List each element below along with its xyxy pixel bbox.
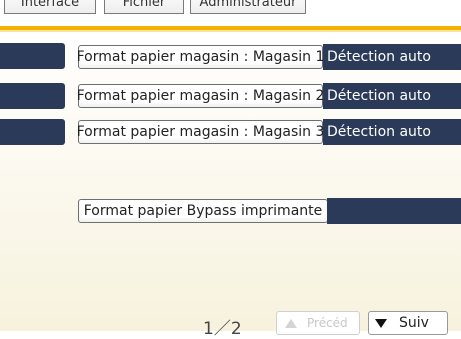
page-indicator: 1／2	[203, 319, 242, 339]
arrow-up-icon	[285, 318, 297, 328]
tab-fichier[interactable]: Fichier	[104, 0, 184, 14]
arrow-down-icon	[375, 318, 387, 328]
tray3-paper-size-value: Détection auto	[323, 119, 461, 145]
previous-page-label: Précéd	[307, 316, 348, 330]
row-left-marker-1	[0, 43, 65, 69]
tab-administrateur[interactable]: Administrateur	[190, 0, 306, 14]
tray1-paper-size-value: Détection auto	[323, 44, 461, 70]
tray2-paper-size-button[interactable]: Format papier magasin : Magasin 2	[77, 84, 324, 108]
accent-divider-light	[0, 30, 461, 32]
next-page-button[interactable]: Suiv	[368, 311, 448, 335]
row-left-marker-3	[0, 119, 65, 145]
tray3-paper-size-button[interactable]: Format papier magasin : Magasin 3	[77, 120, 324, 144]
row-left-marker-2	[0, 83, 65, 109]
tab-bar: Interface Fichier Administrateur	[0, 0, 461, 26]
bypass-paper-size-button[interactable]: Format papier Bypass imprimante	[78, 199, 328, 223]
tray2-paper-size-value: Détection auto	[323, 83, 461, 109]
tray1-paper-size-button[interactable]: Format papier magasin : Magasin 1	[77, 45, 324, 69]
previous-page-button[interactable]: Précéd	[276, 311, 360, 335]
settings-panel	[0, 33, 461, 331]
next-page-label: Suiv	[399, 315, 429, 331]
bypass-paper-size-value	[327, 198, 461, 224]
tab-interface[interactable]: Interface	[4, 0, 96, 14]
